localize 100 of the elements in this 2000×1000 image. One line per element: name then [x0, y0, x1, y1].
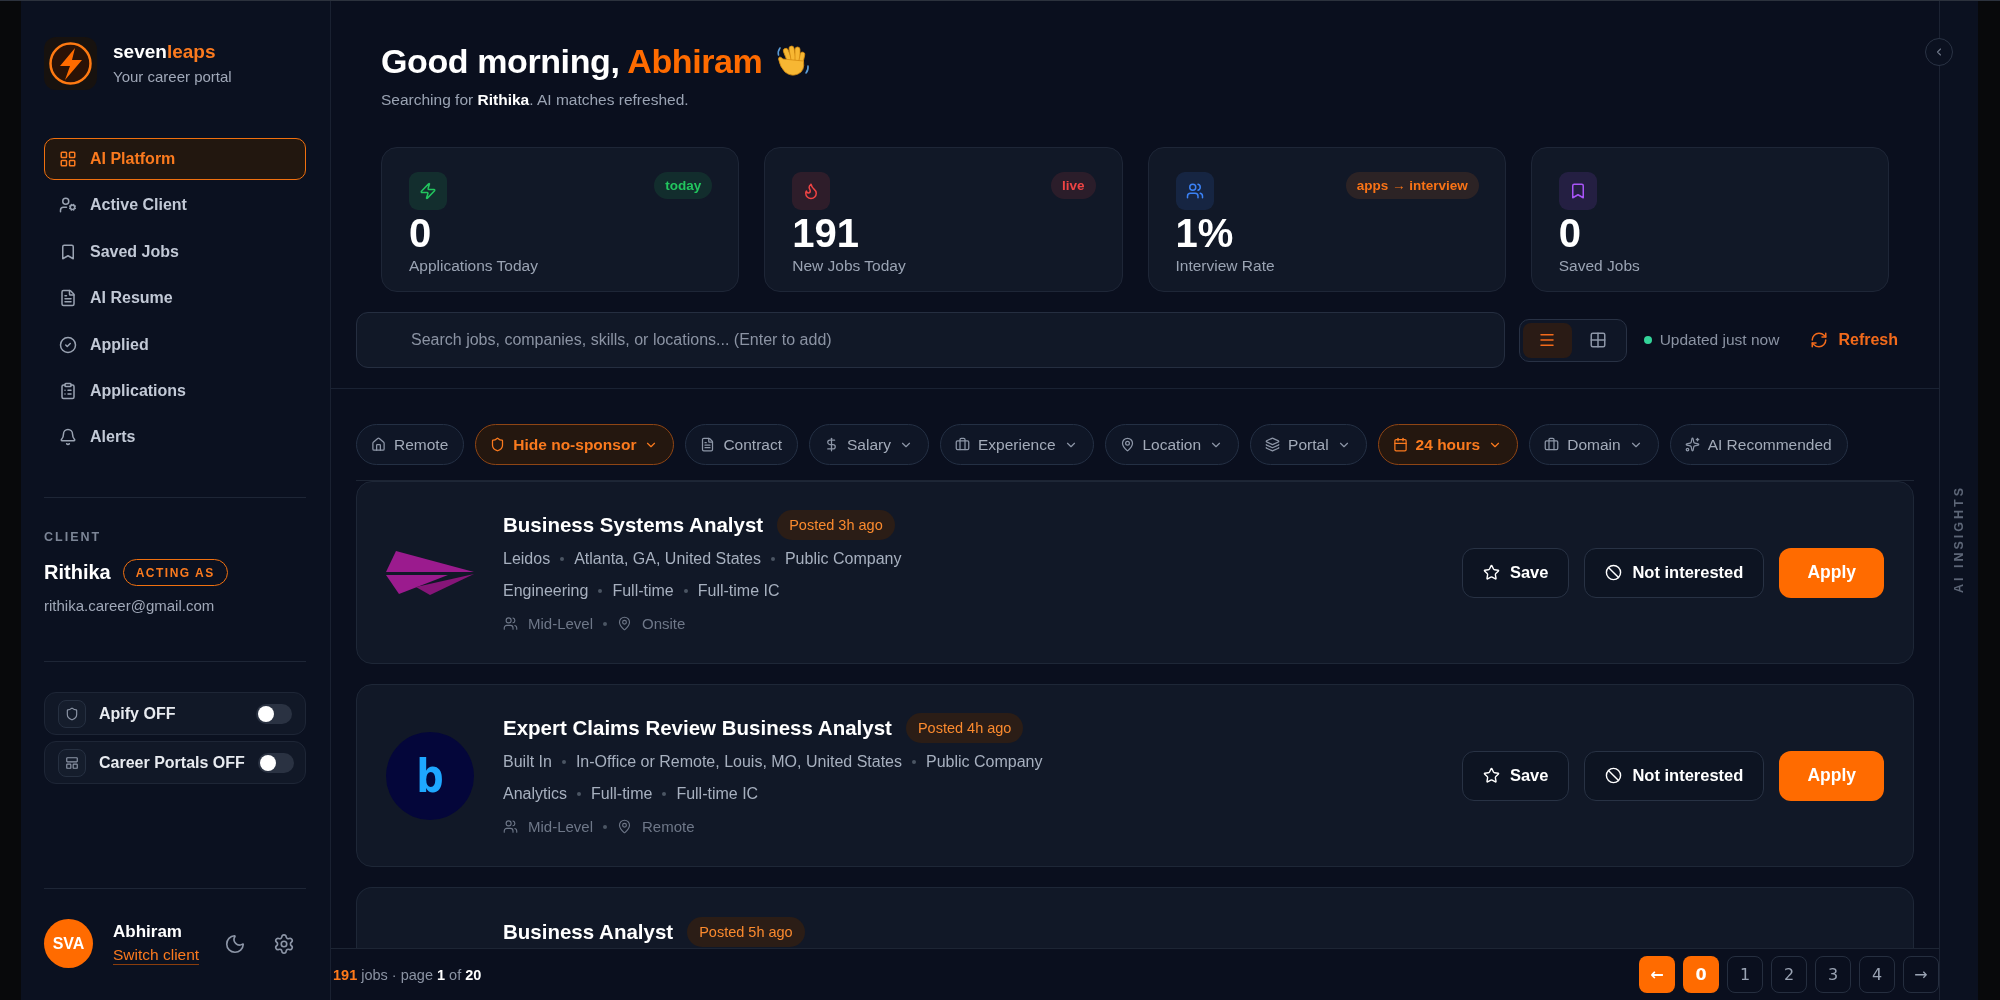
list-icon	[1538, 331, 1557, 349]
client-name: Rithika	[44, 561, 111, 585]
toggle-switch[interactable]	[256, 703, 292, 724]
status-text: Updated just now	[1659, 331, 1780, 349]
job-title[interactable]: Expert Claims Review Business Analyst	[503, 715, 892, 740]
job-meta-text: Engineering	[503, 581, 589, 600]
save-button[interactable]: Save	[1461, 750, 1570, 801]
client-email: rithika.career@gmail.com	[44, 596, 216, 617]
ban-icon	[1605, 767, 1623, 784]
refresh-button[interactable]: Refresh	[1810, 331, 1898, 349]
sparkles-icon	[1684, 437, 1700, 452]
job-title[interactable]: Business Analyst	[503, 920, 674, 944]
toggle-label: Career Portals OFF	[99, 753, 245, 772]
search-field[interactable]: Search jobs, companies, skills, or locations... (Enter to add)	[356, 312, 1505, 368]
job-meta-text: Leidos	[503, 549, 551, 568]
filter-chip[interactable]: 24 hours	[1377, 424, 1519, 465]
job-meta-text: Full-time IC	[676, 784, 759, 803]
work-mode-text: Remote	[642, 818, 695, 835]
save-button[interactable]: Save	[1461, 547, 1570, 598]
page-button[interactable]: 1	[1727, 956, 1763, 993]
stat-badge: today	[654, 172, 713, 199]
users-icon	[503, 819, 518, 834]
job-meta-text: Full-time	[591, 784, 653, 803]
posted-badge: Posted 5h ago	[687, 917, 805, 947]
filter-chip[interactable]: Portal	[1250, 424, 1367, 465]
work-mode-text: Onsite	[642, 615, 686, 632]
bookmark-icon	[59, 242, 77, 261]
filter-chip[interactable]: Experience	[939, 424, 1094, 465]
filter-chip[interactable]: Location	[1104, 424, 1240, 465]
posted-badge: Posted 4h ago	[905, 712, 1024, 743]
separator-dot-icon	[561, 759, 566, 764]
job-meta-text: Full-time IC	[697, 581, 780, 600]
seniority-text: Mid-Level	[528, 615, 594, 632]
filter-chip[interactable]: AI Recommended	[1669, 424, 1848, 465]
page-button[interactable]: 4	[1859, 956, 1895, 993]
nav-item[interactable]: AI Resume	[44, 277, 306, 320]
subtitle-text: Searching for Rithika. AI matches refreshed.	[381, 90, 690, 110]
user-gear-icon	[59, 196, 77, 215]
ban-icon	[1605, 564, 1623, 581]
waving-hand-icon	[776, 44, 811, 78]
nav-item[interactable]: Saved Jobs	[44, 230, 306, 273]
logo-icon	[44, 37, 97, 90]
not-interested-button[interactable]: Not interested	[1584, 750, 1765, 801]
dollar-icon	[824, 437, 839, 452]
panel-toggle-button[interactable]	[1925, 38, 1953, 66]
bell-icon	[59, 428, 77, 447]
refresh-icon	[1810, 331, 1829, 349]
nav-item[interactable]: AI Platform	[44, 138, 306, 180]
separator-dot-icon	[683, 588, 688, 593]
check-circle-icon	[59, 335, 77, 354]
grid-icon	[59, 150, 77, 168]
settings-icon[interactable]	[273, 932, 295, 955]
stat-value: 191	[792, 213, 860, 253]
layers-icon	[1265, 437, 1281, 452]
layout-icon	[58, 748, 86, 777]
stat-value: 1%	[1175, 213, 1235, 253]
nav-item[interactable]: Applied	[44, 323, 306, 366]
briefcase-icon	[1544, 437, 1560, 452]
company-logo: b	[386, 731, 474, 820]
stat-value: 0	[409, 213, 433, 253]
filter-chip[interactable]: Hide no-sponsor	[475, 424, 675, 465]
job-title[interactable]: Business Systems Analyst	[503, 512, 764, 537]
separator-dot-icon	[603, 621, 608, 626]
filter-chip[interactable]: Domain	[1529, 424, 1659, 465]
job-meta-text: Public Company	[926, 752, 1043, 771]
shield-icon	[490, 437, 506, 452]
nav-item[interactable]: Active Client	[44, 184, 306, 227]
separator-dot-icon	[598, 588, 603, 593]
map-pin-icon	[617, 819, 633, 834]
moon-icon[interactable]	[224, 932, 246, 955]
nav-item[interactable]: Applications	[44, 369, 306, 412]
clipboard-list-icon	[59, 381, 77, 400]
filter-chip[interactable]: Remote	[356, 424, 465, 465]
seniority-text: Mid-Level	[528, 818, 594, 835]
page-button[interactable]: 3	[1815, 956, 1851, 993]
toggle-switch[interactable]	[257, 752, 294, 773]
job-meta-text: Full-time	[612, 581, 674, 600]
shield-icon	[58, 699, 86, 728]
brand-tagline: Your career portal	[113, 67, 232, 86]
job-meta-text: Analytics	[503, 784, 568, 803]
filter-chip[interactable]: Salary	[809, 424, 929, 465]
pagination-summary: 191 jobs · page 1 of 20	[333, 966, 482, 983]
paper-plane-logo-icon	[386, 550, 474, 595]
not-interested-button[interactable]: Not interested	[1584, 547, 1765, 598]
calendar-icon	[1392, 437, 1408, 452]
stat-label: Interview Rate	[1175, 256, 1276, 276]
separator-dot-icon	[603, 824, 608, 829]
separator-dot-icon	[577, 791, 582, 796]
stat-label: Applications Today	[409, 256, 539, 276]
status-dot-icon	[1643, 336, 1652, 344]
posted-badge: Posted 3h ago	[777, 509, 895, 540]
stat-badge: apps → interview	[1345, 172, 1479, 199]
list-view-button[interactable]	[1522, 322, 1572, 358]
page-button[interactable]: 2	[1771, 956, 1807, 993]
filter-chip[interactable]: Contract	[685, 424, 798, 465]
switch-client-link[interactable]: Switch client	[113, 946, 200, 965]
nav-item[interactable]: Alerts	[44, 416, 306, 459]
stat-label: New Jobs Today	[792, 256, 907, 276]
stat-label: Saved Jobs	[1558, 256, 1641, 276]
separator-dot-icon	[560, 556, 565, 561]
